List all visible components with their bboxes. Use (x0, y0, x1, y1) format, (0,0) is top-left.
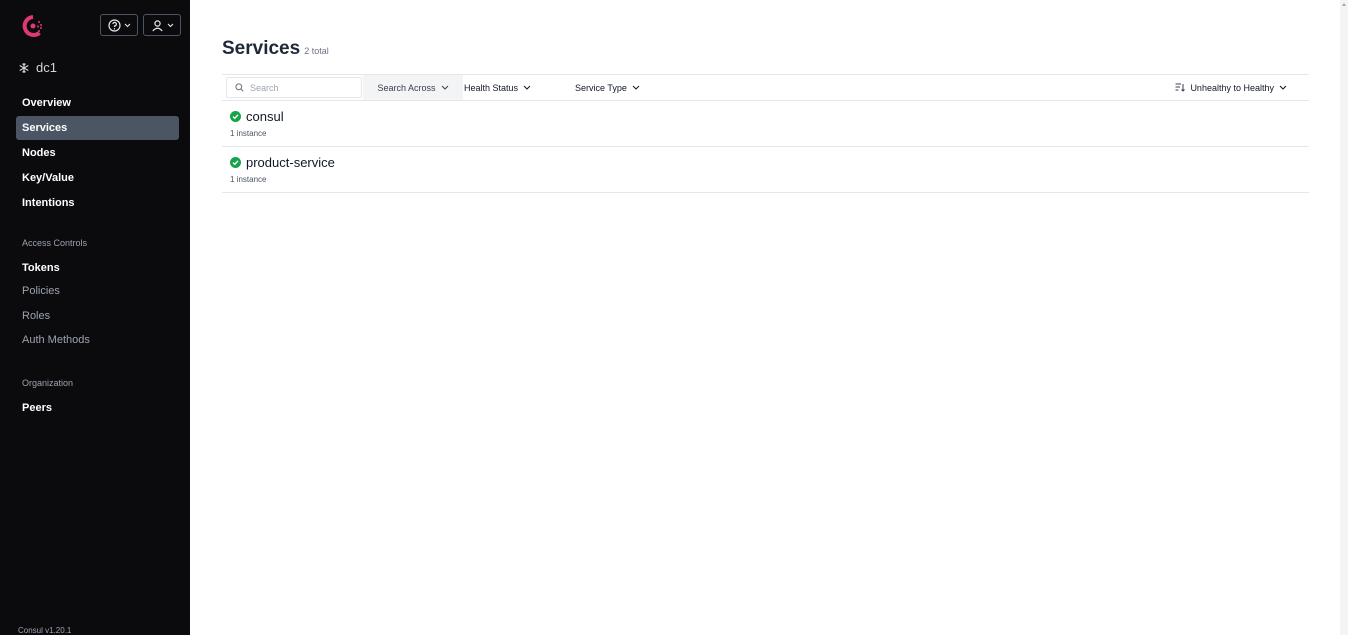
datacenter-name: dc1 (36, 60, 57, 75)
sidebar-item-auth-methods[interactable]: Auth Methods (16, 328, 179, 352)
service-name: product-service (246, 155, 335, 170)
sort-label: Unhealthy to Healthy (1190, 82, 1274, 93)
page-title: Services (222, 38, 301, 59)
help-menu-button[interactable] (100, 14, 138, 36)
sidebar-item-nodes[interactable]: Nodes (16, 141, 179, 165)
chevron-down-icon (1279, 85, 1287, 90)
sidebar-item-peers[interactable]: Peers (16, 396, 179, 420)
chevron-down-icon (632, 85, 640, 90)
vertical-scrollbar[interactable] (1340, 0, 1348, 635)
check-circle-icon (230, 111, 241, 122)
sort-dropdown[interactable]: Unhealthy to Healthy (1175, 75, 1287, 100)
search-box[interactable] (226, 77, 362, 98)
search-across-dropdown[interactable]: Search Across (363, 75, 463, 100)
service-instance-count: 1 instance (230, 129, 267, 138)
sidebar-item-roles[interactable]: Roles (16, 304, 179, 328)
check-circle-icon (230, 157, 241, 168)
list-item: product-service 1 instance (222, 147, 1309, 193)
app-version: Consul v1.20.1 (18, 626, 72, 635)
chevron-down-icon (167, 23, 173, 27)
datacenter-selector[interactable]: dc1 (18, 60, 57, 75)
sidebar-item-intentions[interactable]: Intentions (16, 191, 179, 215)
service-instance-count: 1 instance (230, 175, 267, 184)
help-circle-icon (107, 18, 121, 32)
sidebar-item-key-value[interactable]: Key/Value (16, 166, 179, 190)
search-across-label: Search Across (377, 82, 436, 93)
user-icon (151, 19, 163, 31)
service-type-dropdown[interactable]: Service Type (575, 75, 640, 100)
list-item: consul 1 instance (222, 101, 1309, 147)
chevron-down-icon (523, 85, 531, 90)
health-status-label: Health Status (464, 82, 519, 93)
service-type-label: Service Type (575, 82, 627, 93)
filter-bar: Search Across Health Status Service Type… (222, 74, 1309, 101)
search-icon (235, 83, 244, 92)
sort-icon (1175, 83, 1186, 92)
search-input[interactable] (250, 82, 350, 93)
service-link-product-service[interactable]: product-service (230, 155, 335, 170)
chevron-down-icon (441, 85, 448, 90)
services-total-count: 2 total (304, 46, 329, 56)
service-link-consul[interactable]: consul (230, 109, 284, 124)
services-list: consul 1 instance product-service 1 inst… (222, 101, 1309, 193)
page-header: Services 2 total (222, 38, 329, 60)
datacenter-icon (19, 62, 29, 73)
sidebar-item-overview[interactable]: Overview (16, 91, 179, 115)
health-status-dropdown[interactable]: Health Status (464, 75, 531, 100)
sidebar-section-access-controls: Access Controls (22, 238, 88, 248)
sidebar-item-tokens[interactable]: Tokens (16, 256, 179, 280)
chevron-down-icon (124, 23, 130, 27)
scroll-up-icon[interactable] (1342, 3, 1346, 6)
sidebar-section-organization: Organization (22, 378, 74, 388)
sidebar-item-services[interactable]: Services (16, 116, 179, 140)
sidebar: dc1 Overview Services Nodes Key/Value In… (0, 0, 190, 635)
service-name: consul (246, 109, 284, 124)
user-menu-button[interactable] (143, 14, 181, 36)
consul-logo-icon[interactable] (22, 15, 44, 37)
sidebar-item-policies[interactable]: Policies (16, 279, 179, 303)
